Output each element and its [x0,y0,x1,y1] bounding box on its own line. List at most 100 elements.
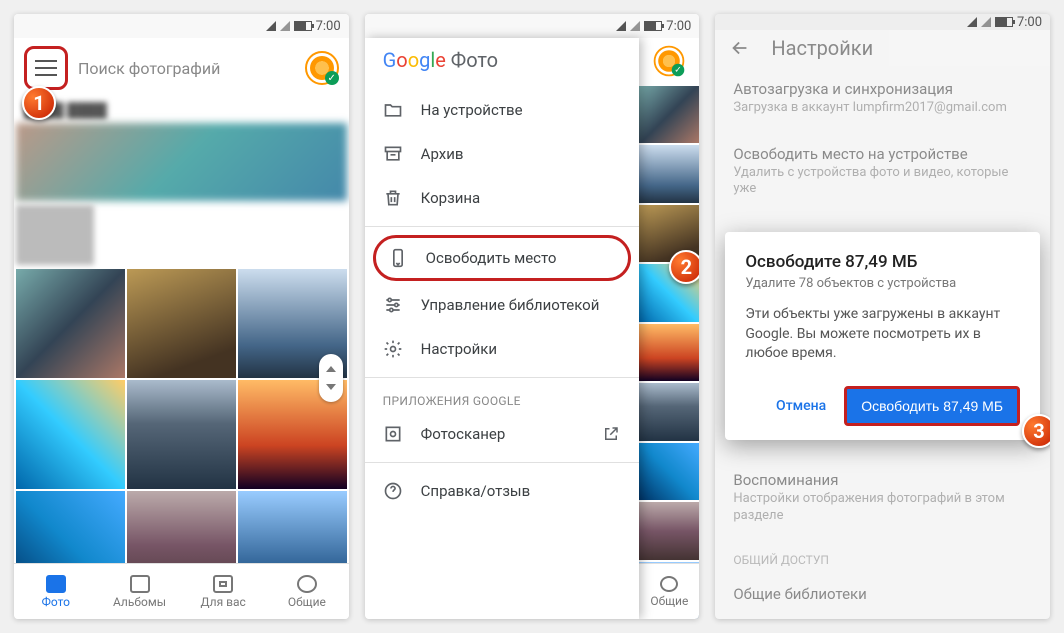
scroll-scrubber[interactable] [319,354,343,402]
help-icon [383,481,403,501]
drawer-item-settings[interactable]: Настройки [365,327,640,371]
drawer-item-free-up-space[interactable]: Освободить место [373,235,632,281]
photo-icon [46,575,66,593]
cancel-button[interactable]: Отмена [766,390,836,422]
tab-label: Общие [288,595,326,609]
drawer-item-photoscan[interactable]: Фотосканер [365,412,640,456]
drawer-item-label: Архив [421,145,464,163]
step-marker-2: 2 [669,250,699,284]
tab-label: Для вас [201,595,246,609]
divider [365,377,640,378]
tab-photos[interactable]: Фото [14,564,98,619]
tab-albums[interactable]: Альбомы [98,564,182,619]
step-marker-1: 1 [22,86,56,120]
settings-item-free-up[interactable]: Освободить место на устройстве Удалить с… [715,131,1050,213]
sharing-icon [660,576,678,592]
drawer-item-help[interactable]: Справка/отзыв [365,469,640,513]
settings-item-backup[interactable]: Автозагрузка и синхронизация Загрузка в … [715,66,1050,131]
item-subtitle: Настройки отображения фотографий в этом … [733,491,1032,525]
status-bar: 7:00 [715,14,1050,30]
dialog-title: Освободите 87,49 МБ [745,252,1020,272]
settings-item-memories[interactable]: Воспоминания Настройки отображения фотог… [715,457,1050,539]
tab-label: Общие [650,594,688,608]
peek-tab-sharing[interactable]: Общие [639,563,699,619]
tab-sharing[interactable]: Общие [265,564,349,619]
step-marker-3: 3 [1022,414,1050,448]
phone-sweep-icon [388,248,408,268]
drawer-item-label: Фотосканер [421,425,506,443]
drawer-section-label: ПРИЛОЖЕНИЯ GOOGLE [365,384,640,412]
clock: 7:00 [316,19,341,34]
item-title: Автозагрузка и синхронизация [733,80,1032,98]
item-title: Общие библиотеки [733,585,1032,603]
phone-2-drawer: 7:00 Общие Google Фото На устройстве Арх… [365,14,700,619]
item-subtitle: Удалить с устройства фото и видео, котор… [733,165,1032,199]
signal-icon [616,21,626,31]
gear-icon [383,339,403,359]
page-title: Настройки [771,36,873,60]
drawer-item-label: Настройки [421,340,497,358]
settings-section-label: ОБЩИЙ ДОСТУП [715,539,1050,571]
external-link-icon [601,424,621,444]
status-bar: 7:00 [365,14,700,38]
hamburger-icon [35,60,57,76]
date-header-blurred: ████ ████ [14,98,349,123]
for-you-icon [213,575,233,593]
account-avatar[interactable] [305,51,339,85]
tab-for-you[interactable]: Для вас [181,564,265,619]
status-bar: 7:00 [14,14,349,38]
drawer-brand: Google Фото [365,38,640,88]
clock: 7:00 [1017,15,1042,30]
tune-icon [383,295,403,315]
battery-icon [995,17,1013,27]
sharing-icon [297,575,317,593]
battery-icon [294,21,312,31]
navigation-drawer: Google Фото На устройстве Архив Корзина … [365,38,640,619]
signal-icon [280,21,290,31]
drawer-item-manage-library[interactable]: Управление библиотекой [365,283,640,327]
signal-icon [630,21,640,31]
tab-label: Фото [42,595,70,609]
photo-grid [14,269,349,600]
trash-icon [383,188,403,208]
clock: 7:00 [666,19,691,34]
photo-thumbnail[interactable] [127,269,236,378]
backdrop-photos [639,38,699,619]
drawer-item-archive[interactable]: Архив [365,132,640,176]
divider [365,226,640,227]
signal-icon [266,21,276,31]
photo-thumbnail[interactable] [16,380,125,489]
photo-thumbnail-blurred[interactable] [16,123,347,201]
photo-thumbnail[interactable] [16,269,125,378]
battery-icon [644,21,662,31]
phone-3-dialog: 7:00 Настройки Автозагрузка и синхрониза… [715,14,1050,619]
confirm-free-up-button[interactable]: Освободить 87,49 МБ [844,386,1020,426]
back-icon[interactable] [729,37,751,59]
tab-label: Альбомы [113,595,166,609]
free-up-space-dialog: Освободите 87,49 МБ Удалите 78 объектов … [725,232,1040,440]
account-avatar [654,46,685,77]
photo-row-blurred [14,205,349,269]
dialog-actions: Отмена Освободить 87,49 МБ [745,386,1020,426]
settings-item-shared-libraries[interactable]: Общие библиотеки [715,571,1050,619]
dialog-subtitle: Удалите 78 объектов с устройства [745,276,1020,291]
archive-icon [383,144,403,164]
drawer-item-label: Управление библиотекой [421,296,600,314]
albums-icon [130,575,150,593]
item-subtitle: Загрузка в аккаунт lumpfirm2017@gmail.co… [733,100,1032,117]
signal-icon [967,17,977,27]
drawer-item-label: Корзина [421,189,481,207]
drawer-item-trash[interactable]: Корзина [365,176,640,220]
folder-icon [383,100,403,120]
photo-thumbnail[interactable] [127,380,236,489]
search-input[interactable]: Поиск фотографий [78,59,295,78]
photo-thumbnail[interactable] [16,205,94,265]
drawer-item-label: Справка/отзыв [421,482,530,500]
drawer-item-label: Освободить место [426,249,557,267]
drawer-item-label: На устройстве [421,101,523,119]
signal-icon [981,17,991,27]
bottom-nav: Фото Альбомы Для вас Общие [14,563,349,619]
item-title: Воспоминания [733,471,1032,489]
menu-button[interactable] [24,46,68,90]
drawer-item-on-device[interactable]: На устройстве [365,88,640,132]
